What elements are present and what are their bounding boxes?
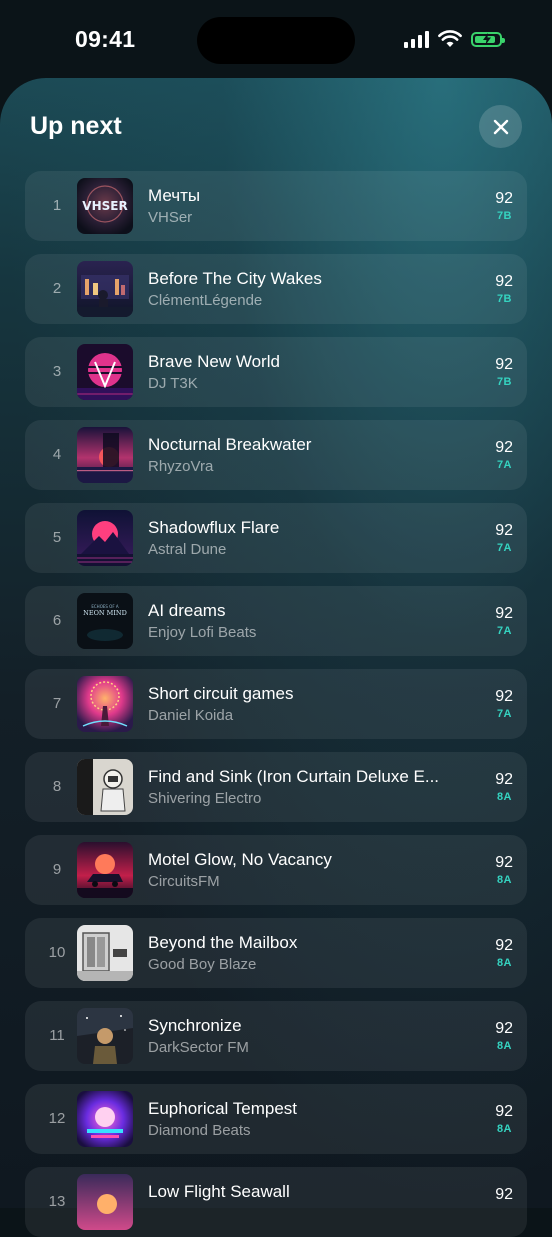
track-bpm: 92 xyxy=(495,771,513,788)
close-icon xyxy=(493,119,508,134)
track-row[interactable]: 12 Euphorical Tempest Diamond Beats 92 8… xyxy=(25,1084,527,1154)
track-bpm: 92 xyxy=(495,439,513,456)
track-bpm: 92 xyxy=(495,688,513,705)
sheet-title: Up next xyxy=(30,112,122,140)
track-key: 8A xyxy=(496,791,512,803)
cellular-signal-icon xyxy=(404,30,429,48)
track-artist: Astral Dune xyxy=(148,541,227,558)
status-bar: 09:41 xyxy=(0,0,552,80)
track-artist: CircuitsFM xyxy=(148,873,220,890)
track-row[interactable]: 9 Motel Glow, No Vacancy CircuitsFM 92 8… xyxy=(25,835,527,905)
track-bpm: 92 xyxy=(495,1103,513,1120)
track-title: Motel Glow, No Vacancy xyxy=(148,850,332,869)
track-row[interactable]: 5 Shadowflux Flare Astral Dune 92 7A xyxy=(25,503,527,573)
track-bpm: 92 xyxy=(495,273,513,290)
track-bpm: 92 xyxy=(495,1020,513,1037)
track-key: 8A xyxy=(496,957,512,969)
track-title: Мечты xyxy=(148,186,201,205)
track-row[interactable]: 4 Nocturnal Breakwater RhyzoVra 92 7A xyxy=(25,420,527,490)
track-artist: Enjoy Lofi Beats xyxy=(148,624,257,641)
album-artwork xyxy=(77,1008,133,1064)
track-title: Brave New World xyxy=(148,352,280,371)
track-artist: VHSer xyxy=(148,209,193,226)
track-bpm: 92 xyxy=(495,1186,513,1203)
album-artwork: VHSER xyxy=(77,178,133,234)
svg-text:VHSER: VHSER xyxy=(82,199,127,213)
album-artwork xyxy=(77,261,133,317)
wifi-icon xyxy=(438,30,462,47)
track-title: Before The City Wakes xyxy=(148,269,322,288)
track-artist: Shivering Electro xyxy=(148,790,262,807)
track-title: Short circuit games xyxy=(148,684,294,703)
track-bpm: 92 xyxy=(495,356,513,373)
album-artwork xyxy=(77,925,133,981)
album-artwork: ECHOES OF A NEON MIND xyxy=(77,593,133,649)
track-title: AI dreams xyxy=(148,601,226,620)
track-bpm: 92 xyxy=(495,937,513,954)
track-title: Find and Sink (Iron Curtain Deluxe E... xyxy=(148,767,440,786)
battery-charging-icon xyxy=(471,31,505,47)
close-button[interactable] xyxy=(479,105,522,148)
track-artist: Diamond Beats xyxy=(148,1122,251,1139)
track-row[interactable]: 1 VHSER Мечты VHSer 92 7B xyxy=(25,171,527,241)
track-row[interactable]: 3 Brave New World DJ T3K 92 7B xyxy=(25,337,527,407)
track-row[interactable]: 13 Low Flight Seawall 92 xyxy=(25,1167,527,1237)
up-next-sheet: Up next 1 VHSER Мечты VHSer 92 7B 2 Befo… xyxy=(0,78,552,1237)
track-artist: DarkSector FM xyxy=(148,1039,249,1056)
dynamic-island xyxy=(197,17,355,64)
track-title: Nocturnal Breakwater xyxy=(148,435,312,454)
track-title: Beyond the Mailbox xyxy=(148,933,298,952)
album-artwork xyxy=(77,759,133,815)
album-artwork xyxy=(77,676,133,732)
track-key: 7A xyxy=(496,459,512,471)
status-icons xyxy=(404,30,505,48)
track-key: 8A xyxy=(496,874,512,886)
track-row[interactable]: 2 Before The City Wakes ClémentLégende 9… xyxy=(25,254,527,324)
track-bpm: 92 xyxy=(495,854,513,871)
track-key: 7B xyxy=(496,210,512,222)
track-bpm: 92 xyxy=(495,190,513,207)
track-bpm: 92 xyxy=(495,605,513,622)
track-key: 7B xyxy=(496,293,512,305)
album-artwork xyxy=(77,510,133,566)
track-artist: Daniel Koida xyxy=(148,707,234,724)
album-artwork xyxy=(77,344,133,400)
track-key: 7B xyxy=(496,376,512,388)
status-time: 09:41 xyxy=(75,26,136,52)
album-artwork xyxy=(77,427,133,483)
track-bpm: 92 xyxy=(495,522,513,539)
track-row[interactable]: 10 Beyond the Mailbox Good Boy Blaze 92 … xyxy=(25,918,527,988)
track-title: Shadowflux Flare xyxy=(148,518,280,537)
track-artist: DJ T3K xyxy=(148,375,198,392)
album-artwork xyxy=(77,1091,133,1147)
track-row[interactable]: 6 ECHOES OF A NEON MIND AI dreams Enjoy … xyxy=(25,586,527,656)
track-artist: Good Boy Blaze xyxy=(148,956,257,973)
track-key: 7A xyxy=(496,542,512,554)
track-key: 8A xyxy=(496,1040,512,1052)
track-title: Low Flight Seawall xyxy=(148,1182,290,1201)
track-row[interactable]: 11 Synchronize DarkSector FM 92 8A xyxy=(25,1001,527,1071)
track-key: 7A xyxy=(496,625,512,637)
album-artwork xyxy=(77,842,133,898)
track-row[interactable]: 7 Short circuit games Daniel Koida 92 7A xyxy=(25,669,527,739)
track-row[interactable]: 8 Find and Sink (Iron Curtain Deluxe E..… xyxy=(25,752,527,822)
track-key: 7A xyxy=(496,708,512,720)
track-artist: RhyzoVra xyxy=(148,458,214,475)
track-artist: ClémentLégende xyxy=(148,292,263,309)
album-artwork xyxy=(77,1174,133,1230)
track-title: Synchronize xyxy=(148,1016,242,1035)
track-key: 8A xyxy=(496,1123,512,1135)
track-title: Euphorical Tempest xyxy=(148,1099,297,1118)
svg-text:NEON MIND: NEON MIND xyxy=(83,609,127,617)
